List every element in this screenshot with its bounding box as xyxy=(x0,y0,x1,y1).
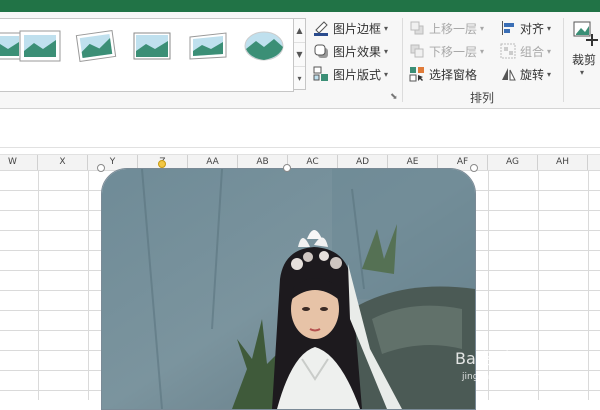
picture-border-icon xyxy=(313,20,329,36)
title-bar xyxy=(0,0,600,12)
group-icon xyxy=(500,43,516,59)
gallery-down-icon[interactable]: ▼ xyxy=(294,43,305,67)
rotate-handle[interactable] xyxy=(158,160,166,168)
picture-styles-gallery xyxy=(0,18,294,92)
crop-dropdown-icon[interactable]: ▾ xyxy=(572,68,592,77)
selection-pane-icon xyxy=(409,66,425,82)
group-button[interactable]: 组合 ▾ xyxy=(500,41,551,61)
picture-style-thumb-3[interactable] xyxy=(74,29,118,63)
picture-style-thumb-6[interactable] xyxy=(242,29,286,63)
ribbon: ▲ ▼ ▾ 图片边框 ▾ 图片效果 ▾ 图片版式 ▾ ⬊ 上移一层 ▾ 下移一层 ▾ xyxy=(0,12,600,109)
picture-styles-launcher-icon[interactable]: ⬊ xyxy=(390,92,398,102)
picture-layout-button[interactable]: 图片版式 ▾ xyxy=(313,64,388,84)
crop-icon xyxy=(572,20,600,49)
picture-style-thumb-5[interactable] xyxy=(186,29,230,63)
align-button[interactable]: 对齐 ▾ xyxy=(500,18,551,38)
crop-button[interactable]: 裁剪 ▾ xyxy=(572,20,600,80)
gallery-up-icon[interactable]: ▲ xyxy=(294,19,305,43)
watermark-text: Bai经验 xyxy=(455,349,513,368)
picture-style-thumb-2[interactable] xyxy=(18,29,62,63)
picture-style-thumb-4[interactable] xyxy=(130,29,174,63)
rotate-button[interactable]: 旋转 ▾ xyxy=(500,64,551,84)
send-backward-button[interactable]: 下移一层 ▾ xyxy=(409,41,484,61)
rotate-icon xyxy=(500,66,516,82)
align-icon xyxy=(500,20,516,36)
column-header[interactable]: AH xyxy=(538,155,588,170)
group-separator xyxy=(402,18,403,102)
bring-forward-button[interactable]: 上移一层 ▾ xyxy=(409,18,484,38)
resize-handle-top-left[interactable] xyxy=(97,164,105,172)
picture-effects-button[interactable]: 图片效果 ▾ xyxy=(313,41,388,61)
portrait-photo xyxy=(102,169,475,409)
column-header[interactable]: X xyxy=(38,155,88,170)
resize-handle-top-middle[interactable] xyxy=(283,164,291,172)
gallery-more-icon[interactable]: ▾ xyxy=(294,67,305,90)
gallery-scroll[interactable]: ▲ ▼ ▾ xyxy=(293,18,306,90)
crop-label: 裁剪 xyxy=(572,53,597,67)
inserted-picture[interactable] xyxy=(101,168,476,410)
column-header[interactable]: AG xyxy=(488,155,538,170)
send-backward-icon xyxy=(409,43,425,59)
picture-border-button[interactable]: 图片边框 ▾ xyxy=(313,18,388,38)
picture-layout-icon xyxy=(313,66,329,82)
resize-handle-top-right[interactable] xyxy=(470,164,478,172)
bring-forward-icon xyxy=(409,20,425,36)
watermark-url: jingyan.baidu.com xyxy=(462,372,546,382)
formula-bar[interactable] xyxy=(0,109,600,148)
arrange-group-label: 排列 xyxy=(470,91,495,105)
group-separator xyxy=(563,18,564,102)
picture-effects-icon xyxy=(313,43,329,59)
column-header[interactable]: W xyxy=(0,155,38,170)
selection-pane-button[interactable]: 选择窗格 xyxy=(409,64,477,84)
